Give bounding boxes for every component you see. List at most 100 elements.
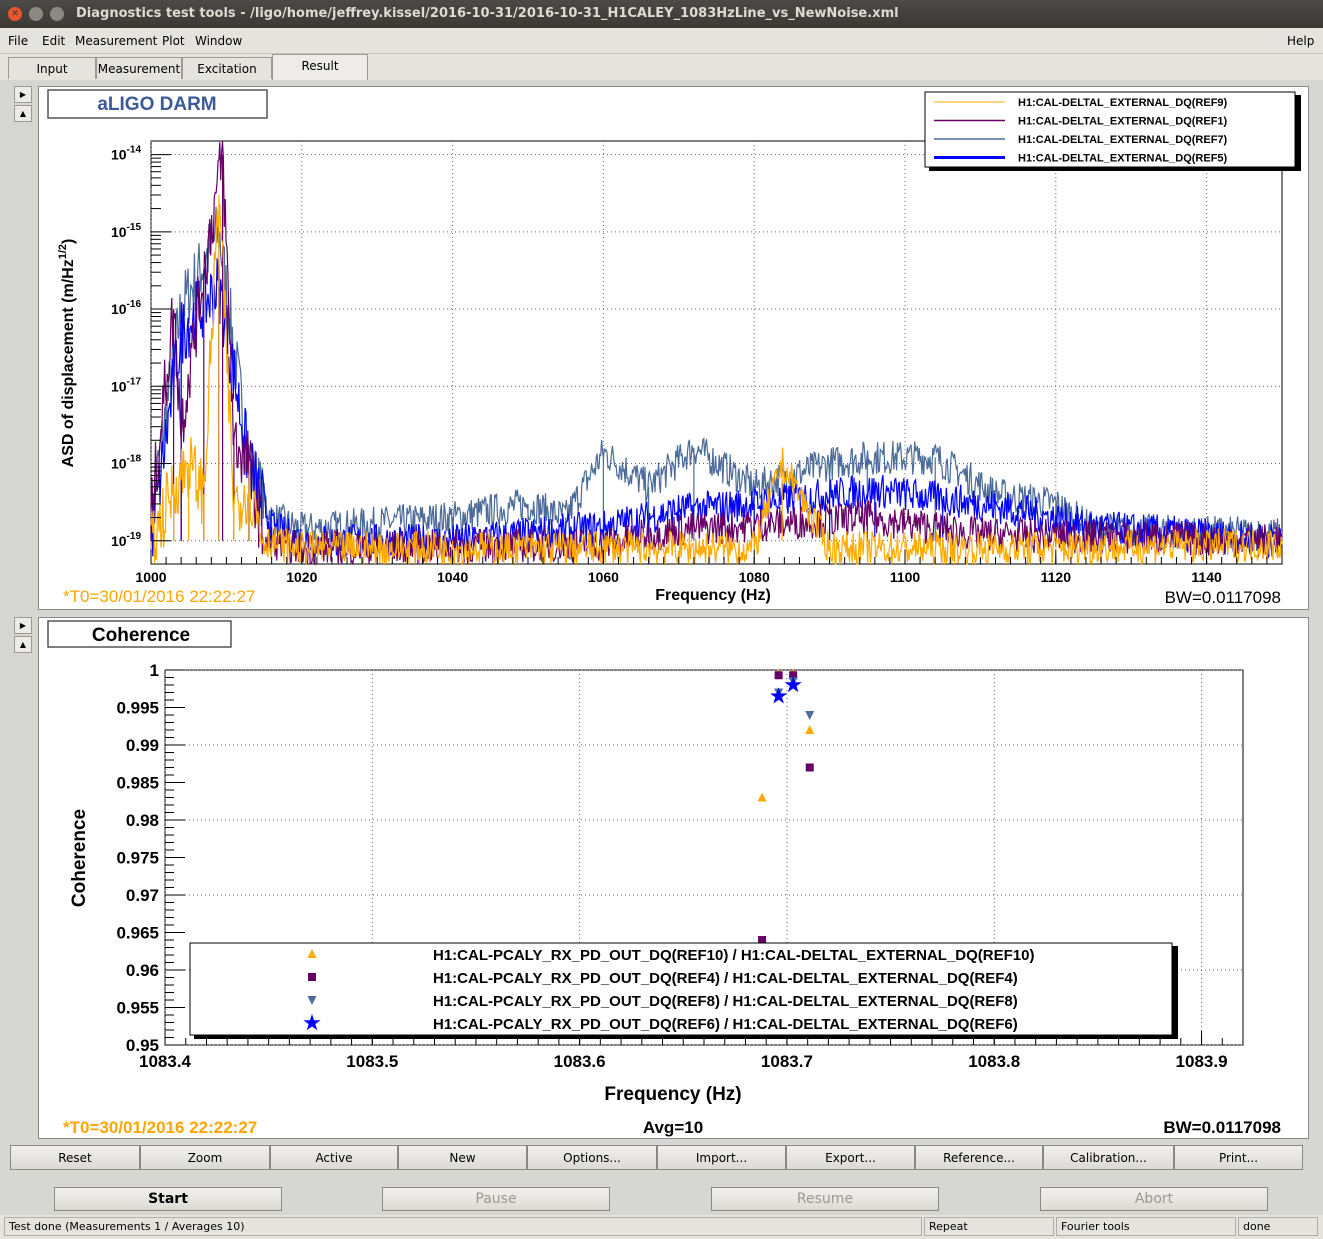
y-tick-base: 10 bbox=[111, 378, 127, 394]
panel2-collapse-button[interactable]: ▲ bbox=[14, 636, 32, 653]
legend-label: H1:CAL-PCALY_RX_PD_OUT_DQ(REF4) / H1:CAL… bbox=[433, 970, 1018, 987]
y-tick-base: 10 bbox=[111, 301, 127, 317]
legend: H1:CAL-PCALY_RX_PD_OUT_DQ(REF10) / H1:CA… bbox=[189, 942, 1178, 1039]
window-title: Diagnostics test tools - /ligo/home/jeff… bbox=[76, 6, 899, 21]
panel1-collapse-button[interactable]: ▲ bbox=[14, 105, 32, 122]
export-button[interactable]: Export... bbox=[786, 1145, 915, 1170]
reference-button[interactable]: Reference... bbox=[915, 1145, 1043, 1170]
y-tick-label: 0.97 bbox=[126, 886, 159, 905]
y-tick-label: 10-18 bbox=[111, 454, 141, 472]
legend: H1:CAL-DELTAL_EXTERNAL_DQ(REF9) H1:CAL-DE… bbox=[924, 91, 1301, 171]
active-button[interactable]: Active bbox=[270, 1145, 398, 1170]
x-tick-label: 1080 bbox=[739, 569, 770, 585]
y-tick-label: 10-16 bbox=[111, 299, 141, 317]
x-tick-label: 1083.5 bbox=[346, 1052, 398, 1071]
coherence-plot[interactable]: Coherence 1 0.995 0.99 0.985 0.98 0.975 0.97 0.… bbox=[39, 618, 1310, 1140]
y-tick-label: 0.99 bbox=[126, 736, 159, 755]
reset-button[interactable]: Reset bbox=[10, 1145, 140, 1170]
calibration-button[interactable]: Calibration... bbox=[1043, 1145, 1174, 1170]
y-tick-label: 0.955 bbox=[116, 999, 159, 1018]
tab-result[interactable]: Result bbox=[272, 54, 368, 80]
menu-help[interactable]: Help bbox=[1287, 34, 1314, 48]
legend-label: H1:CAL-PCALY_RX_PD_OUT_DQ(REF8) / H1:CAL… bbox=[433, 993, 1018, 1010]
tab-excitation[interactable]: Excitation bbox=[182, 57, 272, 79]
x-tick-label: 1000 bbox=[135, 569, 166, 585]
minimize-window-button[interactable] bbox=[29, 7, 43, 21]
y-tick-exp: -18 bbox=[127, 454, 142, 465]
y-axis-label-main: ASD of displacement (m/Hz bbox=[60, 259, 77, 467]
y-tick-label: 10-15 bbox=[111, 222, 141, 240]
plot-frame bbox=[150, 140, 1283, 565]
plot-title: aLIGO DARM bbox=[97, 94, 216, 115]
tab-bar: Input Measurement Excitation Result bbox=[0, 54, 1323, 80]
coherence-point-1 bbox=[805, 763, 814, 772]
menu-bar: File Edit Measurement Plot Window Help bbox=[0, 28, 1323, 54]
y-tick-label: 0.965 bbox=[116, 924, 159, 943]
x-tick-label: 1120 bbox=[1041, 569, 1072, 585]
y-tick-label: 1 bbox=[150, 661, 159, 680]
close-window-button[interactable]: ✕ bbox=[8, 7, 22, 21]
y-tick-exp: -17 bbox=[127, 376, 142, 387]
menu-plot[interactable]: Plot bbox=[162, 34, 185, 48]
asd-plot[interactable]: aLIGO DARM 10-1410-1510-1610-1710-1810-1… bbox=[39, 87, 1310, 611]
status-tools: Fourier tools bbox=[1056, 1217, 1236, 1236]
avg-label: Avg=10 bbox=[643, 1118, 703, 1137]
menu-window[interactable]: Window bbox=[195, 34, 242, 48]
zoom-button[interactable]: Zoom bbox=[140, 1145, 270, 1170]
import-button[interactable]: Import... bbox=[657, 1145, 786, 1170]
x-tick-label: 1020 bbox=[286, 569, 317, 585]
tab-input[interactable]: Input bbox=[8, 57, 96, 79]
status-state: done bbox=[1238, 1217, 1318, 1236]
x-tick-label: 1100 bbox=[890, 569, 921, 585]
t0-label: *T0=30/01/2016 22:22:27 bbox=[63, 1118, 257, 1137]
result-toolbar: Reset Zoom Active New Options... Import.… bbox=[10, 1145, 1303, 1171]
menu-measurement[interactable]: Measurement bbox=[75, 34, 157, 48]
x-tick-label: 1083.4 bbox=[139, 1052, 192, 1071]
pause-button[interactable]: Pause bbox=[382, 1187, 610, 1211]
x-tick-label: 1040 bbox=[437, 569, 468, 585]
maximize-window-button[interactable] bbox=[50, 7, 64, 21]
x-tick-label: 1060 bbox=[588, 569, 619, 585]
y-tick-base: 10 bbox=[111, 533, 127, 549]
triangle-right-icon: ▶ bbox=[19, 621, 27, 630]
legend-label: H1:CAL-DELTAL_EXTERNAL_DQ(REF5) bbox=[1018, 153, 1228, 165]
print-button[interactable]: Print... bbox=[1174, 1145, 1303, 1170]
tab-measurement[interactable]: Measurement bbox=[96, 57, 182, 79]
panel1-expand-button[interactable]: ▶ bbox=[14, 86, 32, 103]
y-tick-base: 10 bbox=[111, 456, 127, 472]
y-tick-exp: -14 bbox=[127, 145, 142, 156]
start-button[interactable]: Start bbox=[54, 1187, 282, 1211]
window-titlebar: ✕ Diagnostics test tools - /ligo/home/je… bbox=[0, 0, 1323, 28]
y-tick-label: 10-19 bbox=[111, 531, 141, 549]
legend-label: H1:CAL-DELTAL_EXTERNAL_DQ(REF9) bbox=[1018, 97, 1228, 109]
y-tick-label: 0.98 bbox=[126, 811, 159, 830]
bw-label: BW=0.0117098 bbox=[1163, 1118, 1281, 1137]
panel2-expand-button[interactable]: ▶ bbox=[14, 617, 32, 634]
options-button[interactable]: Options... bbox=[527, 1145, 657, 1170]
legend-label: H1:CAL-PCALY_RX_PD_OUT_DQ(REF6) / H1:CAL… bbox=[433, 1016, 1018, 1033]
abort-button[interactable]: Abort bbox=[1040, 1187, 1268, 1211]
y-tick-exp: -19 bbox=[127, 531, 142, 542]
t0-label: *T0=30/01/2016 22:22:27 bbox=[63, 587, 255, 606]
y-tick-label: 0.985 bbox=[116, 774, 159, 793]
new-button[interactable]: New bbox=[398, 1145, 527, 1170]
y-tick-base: 10 bbox=[111, 224, 127, 240]
x-axis-label: Frequency (Hz) bbox=[604, 1084, 741, 1105]
y-axis-label-close: ) bbox=[60, 239, 77, 244]
triangle-up-icon: ▲ bbox=[19, 109, 27, 118]
triangle-right-icon: ▶ bbox=[19, 90, 27, 99]
asd-plot-panel[interactable]: aLIGO DARM 10-14 10-15 10-16 10-17 10-18 10-1… bbox=[38, 86, 1309, 610]
y-tick-label: 0.96 bbox=[126, 961, 159, 980]
x-tick-label: 1083.7 bbox=[761, 1052, 813, 1071]
coherence-plot-panel[interactable]: Coherence 1 0.995 0.99 0.985 0.98 0.975 0.97 0.… bbox=[38, 617, 1309, 1139]
menu-edit[interactable]: Edit bbox=[42, 34, 65, 48]
status-repeat: Repeat bbox=[924, 1217, 1054, 1236]
x-tick-label: 1083.6 bbox=[554, 1052, 606, 1071]
x-tick-label: 1083.9 bbox=[1176, 1052, 1228, 1071]
x-tick-label: 1083.8 bbox=[968, 1052, 1020, 1071]
status-bar: Test done (Measurements 1 / Averages 10)… bbox=[0, 1215, 1323, 1239]
menu-file[interactable]: File bbox=[8, 34, 28, 48]
coherence-point-1 bbox=[774, 671, 783, 680]
y-axis-label: ASD of displacement (m/Hz1/2) bbox=[57, 239, 77, 468]
resume-button[interactable]: Resume bbox=[711, 1187, 939, 1211]
